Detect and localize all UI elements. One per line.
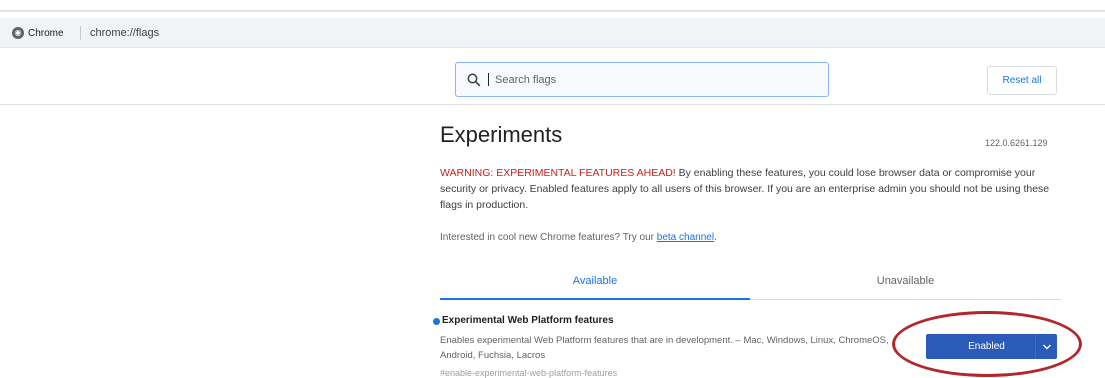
- site-chip[interactable]: ◉ Chrome: [12, 24, 64, 42]
- warning-heading: WARNING: EXPERIMENTAL FEATURES AHEAD!: [440, 167, 676, 179]
- page-title: Experiments: [440, 122, 563, 147]
- beta-promo-end: .: [714, 232, 717, 243]
- top-strip-line: [0, 10, 1105, 12]
- tab-unavailable[interactable]: Unavailable: [750, 262, 1061, 299]
- flag-description: Enables experimental Web Platform featur…: [440, 335, 889, 361]
- tab-available[interactable]: Available: [440, 262, 750, 300]
- header-divider: [0, 104, 1105, 105]
- tab-bar: Available Unavailable: [440, 262, 1061, 300]
- beta-channel-link[interactable]: beta channel: [657, 232, 714, 243]
- chrome-icon: ◉: [12, 27, 24, 39]
- window-top-strip: [0, 0, 1105, 14]
- version-label: 122.0.6261.129: [985, 138, 1048, 148]
- annotation-highlight-circle: [892, 311, 1082, 377]
- search-placeholder: Search flags: [495, 73, 557, 86]
- search-icon: [466, 72, 482, 88]
- site-chip-label: Chrome: [28, 27, 64, 39]
- warning-text: WARNING: EXPERIMENTAL FEATURES AHEAD! By…: [440, 165, 1060, 213]
- flag-modified-dot: [433, 318, 440, 325]
- beta-promo-lead: Interested in cool new Chrome features? …: [440, 232, 657, 243]
- chip-separator: [80, 26, 81, 40]
- address-bar: ◉ Chrome chrome://flags: [0, 18, 1105, 48]
- url-text[interactable]: chrome://flags: [90, 27, 159, 39]
- reset-all-button[interactable]: Reset all: [987, 66, 1057, 95]
- beta-promo-text: Interested in cool new Chrome features? …: [440, 232, 717, 243]
- flag-title: Experimental Web Platform features: [442, 315, 614, 326]
- search-flags-input[interactable]: Search flags: [455, 62, 829, 97]
- text-caret: [488, 73, 489, 86]
- flag-anchor-link[interactable]: #enable-experimental-web-platform-featur…: [440, 368, 617, 378]
